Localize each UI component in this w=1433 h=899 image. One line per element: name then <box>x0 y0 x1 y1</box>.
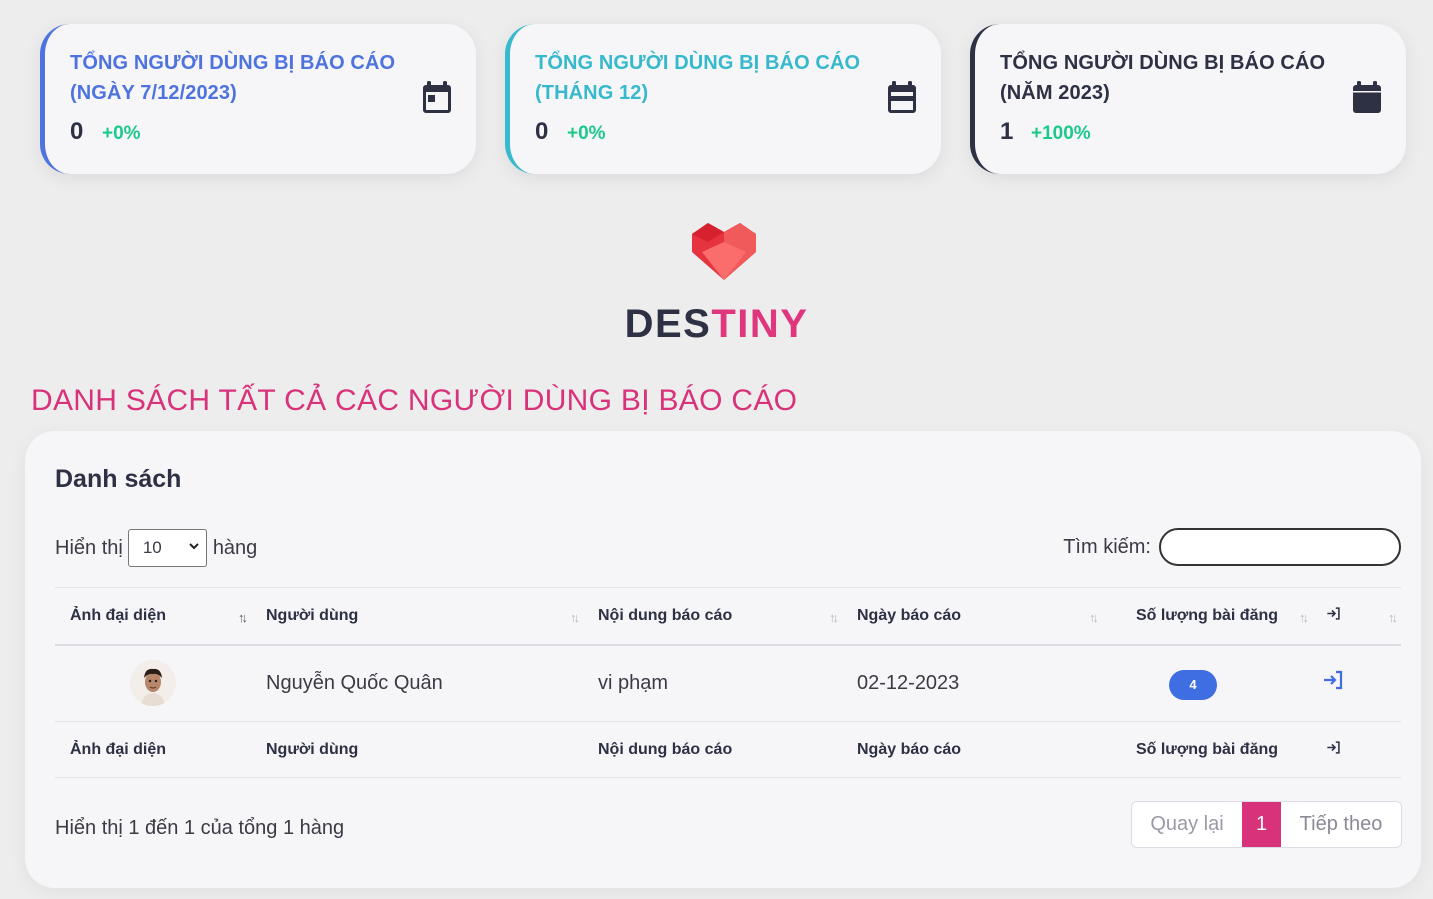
stat-card-title: TỔNG NGƯỜI DÙNG BỊ BÁO CÁO (NĂM 2023) <box>1000 52 1326 104</box>
footer-date: Ngày báo cáo <box>842 721 1102 778</box>
stat-card-month: TỔNG NGƯỜI DÙNG BỊ BÁO CÁO (THÁNG 12) 0 … <box>505 24 941 174</box>
page-length-value: 10 <box>142 538 162 557</box>
page-length-select[interactable]: 10 <box>127 529 207 567</box>
reported-users-panel: Danh sách Hiển thị 10 hàng Tìm kiếm: Ảnh… <box>25 431 1421 888</box>
stat-card-change: +0% <box>567 123 606 144</box>
sort-icon: ↑↓ <box>238 610 248 625</box>
stat-card-change: +100% <box>1031 123 1091 144</box>
sort-icon: ↑↓ <box>829 610 839 625</box>
sort-icon: ↑↓ <box>1299 610 1309 625</box>
table-info: Hiển thị 1 đến 1 của tổng 1 hàng <box>55 817 345 839</box>
posts-count-badge: 4 <box>1169 670 1217 701</box>
footer-content: Nội dung báo cáo <box>583 721 842 778</box>
avatar-cell <box>55 645 251 722</box>
sign-in-icon <box>1327 607 1340 620</box>
posts-count-cell: 4 <box>1102 645 1312 722</box>
column-header-user[interactable]: Người dùng ↑↓ <box>251 587 583 646</box>
column-header-avatar[interactable]: Ảnh đại diện ↑↓ <box>55 587 251 646</box>
column-header-action[interactable]: ↑↓ <box>1312 587 1401 646</box>
calendar-year-icon <box>1353 81 1381 113</box>
footer-user: Người dùng <box>251 721 583 778</box>
calendar-month-icon <box>888 81 916 113</box>
sort-icon: ↑↓ <box>1388 610 1398 625</box>
page-length-prefix: Hiển thị <box>55 536 123 559</box>
avatar-icon <box>130 660 176 707</box>
stat-card-day: TỔNG NGƯỜI DÙNG BỊ BÁO CÁO (NGÀY 7/12/20… <box>40 24 476 174</box>
report-date: 02-12-2023 <box>857 671 960 694</box>
footer-avatar: Ảnh đại diện <box>55 721 251 778</box>
footer-action <box>1312 721 1401 778</box>
table-header-row: Ảnh đại diện ↑↓ Người dùng ↑↓ Nội dung báo… <box>55 587 1401 646</box>
sign-in-icon[interactable] <box>1322 669 1344 691</box>
stat-card-value: 0 <box>70 118 84 145</box>
stat-card-year: TỔNG NGƯỜI DÙNG BỊ BÁO CÁO (NĂM 2023) 1 … <box>970 24 1406 174</box>
sort-icon: ↑↓ <box>570 610 580 625</box>
page-length-suffix: hàng <box>212 536 258 559</box>
next-page-button[interactable]: Tiếp theo <box>1281 802 1401 847</box>
stat-card-value: 0 <box>535 118 549 145</box>
stat-card-change: +0% <box>102 123 141 144</box>
calendar-day-icon <box>423 81 451 113</box>
column-header-date[interactable]: Ngày báo cáo ↑↓ <box>842 587 1102 646</box>
table-footer-row: Ảnh đại diện Người dùng Nội dung báo cáo… <box>55 721 1401 778</box>
page-title: DANH SÁCH TẤT CẢ CÁC NGƯỜI DÙNG BỊ BÁO C… <box>31 384 798 417</box>
action-cell <box>1312 645 1401 722</box>
search-control: Tìm kiếm: <box>1063 528 1401 566</box>
avatar <box>130 660 176 707</box>
stat-card-title: TỔNG NGƯỜI DÙNG BỊ BÁO CÁO (NGÀY 7/12/20… <box>70 52 396 104</box>
previous-page-button[interactable]: Quay lại <box>1132 802 1242 847</box>
chevron-down-icon <box>189 543 199 550</box>
report-content: vi phạm <box>598 671 669 694</box>
heart-logo-icon <box>692 223 756 280</box>
page-length-control: Hiển thị 10 hàng <box>55 529 257 567</box>
table-row: Nguyễn Quốc Quân vi phạm 02-12-2023 4 <box>55 645 1401 722</box>
column-header-content[interactable]: Nội dung báo cáo ↑↓ <box>583 587 842 646</box>
search-label: Tìm kiếm: <box>1063 535 1151 558</box>
page-1-button[interactable]: 1 <box>1242 802 1281 847</box>
search-input[interactable] <box>1159 528 1401 566</box>
stat-cards: TỔNG NGƯỜI DÙNG BỊ BÁO CÁO (NGÀY 7/12/20… <box>40 24 1406 174</box>
stat-card-value: 1 <box>1000 118 1014 145</box>
stat-card-title: TỔNG NGƯỜI DÙNG BỊ BÁO CÁO (THÁNG 12) <box>535 52 861 104</box>
reported-users-table: Ảnh đại diện ↑↓ Người dùng ↑↓ Nội dung báo… <box>55 587 1401 778</box>
sort-icon: ↑↓ <box>1089 610 1099 625</box>
panel-title: Danh sách <box>55 465 182 493</box>
brand-name: DESTINY <box>624 302 809 346</box>
pagination: Quay lại 1 Tiếp theo <box>1131 801 1402 848</box>
user-name: Nguyễn Quốc Quân <box>266 671 443 694</box>
column-header-posts[interactable]: Số lượng bài đăng ↑↓ <box>1102 587 1312 646</box>
sign-in-icon <box>1327 740 1340 754</box>
footer-posts: Số lượng bài đăng <box>1102 721 1312 778</box>
